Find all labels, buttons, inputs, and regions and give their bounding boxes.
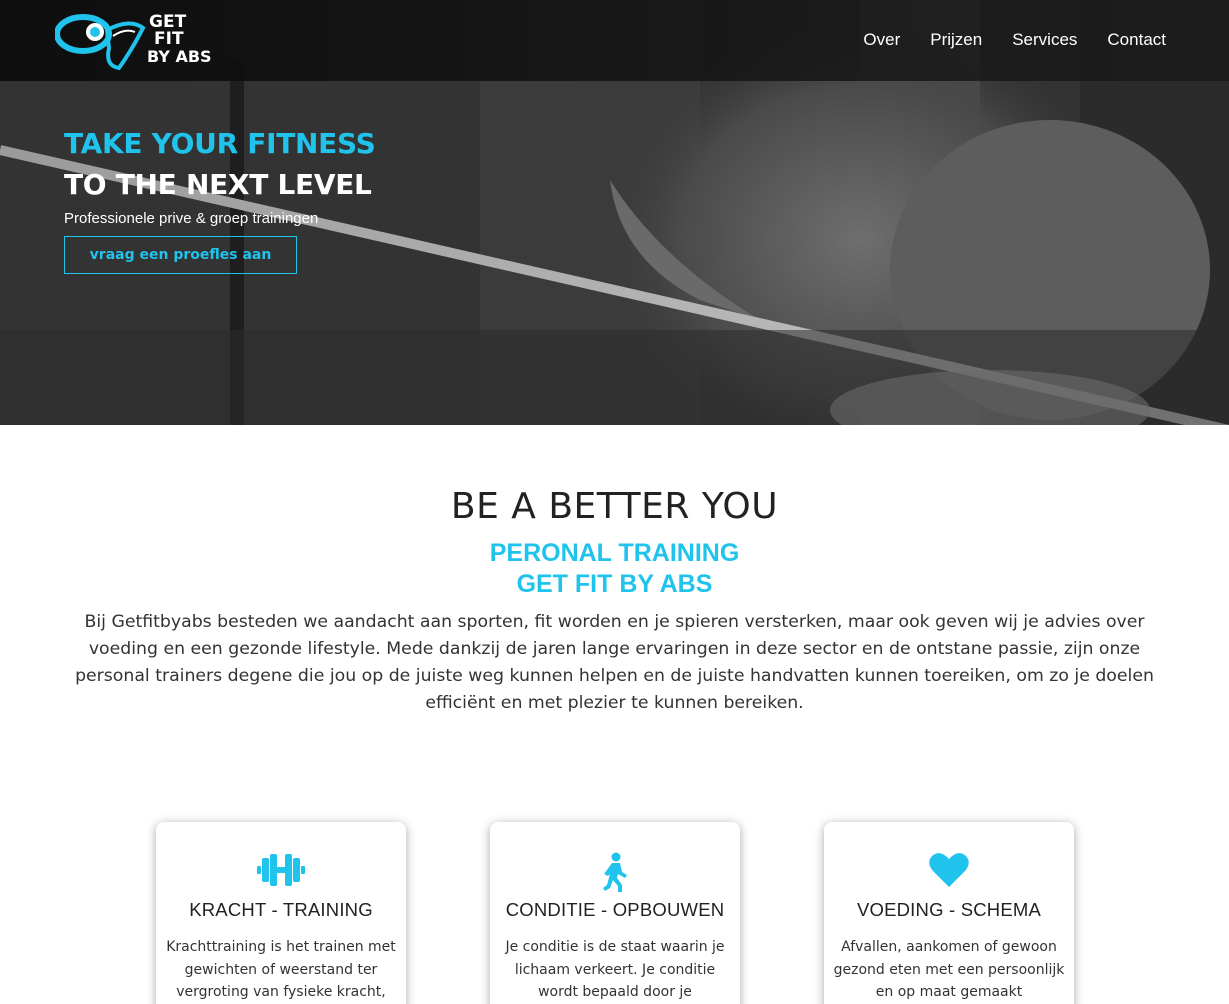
intro-paragraph: Bij Getfitbyabs besteden we aandacht aan… xyxy=(75,612,1154,713)
card-title: CONDITIE - OPBOUWEN xyxy=(505,899,725,920)
card-text: Je conditie is de staat waarin je lichaa… xyxy=(505,939,725,1000)
logo-wordmark: GET FIT BY ABS xyxy=(147,14,212,66)
nav-link-prijzen[interactable]: Prijzen xyxy=(930,30,982,50)
site-logo[interactable]: GET FIT BY ABS xyxy=(54,8,212,72)
hero-section: GET FIT BY ABS Over Prijzen Services Con… xyxy=(0,0,1229,425)
card-text: Afvallen, aankomen of gewoon gezond eten… xyxy=(833,939,1065,1000)
service-card-voeding[interactable]: VOEDING - SCHEMA Afvallen, aankomen of g… xyxy=(824,822,1074,1004)
intro-subtitle-line-1: PERONAL TRAINING xyxy=(489,539,740,567)
card-title: KRACHT - TRAINING xyxy=(189,899,373,920)
trial-lesson-button[interactable]: vraag een proefles aan xyxy=(64,236,297,274)
dumbbell-logo-icon xyxy=(54,14,146,71)
walking-icon xyxy=(603,852,627,892)
nav-link-services[interactable]: Services xyxy=(1012,30,1077,50)
hero-title-line-2: TO THE NEXT LEVEL xyxy=(64,168,372,201)
logo-line-2: FIT xyxy=(154,29,184,49)
card-title: VOEDING - SCHEMA xyxy=(856,899,1042,920)
dumbbell-icon xyxy=(257,854,305,886)
card-text: Krachttraining is het trainen met gewich… xyxy=(166,939,396,1000)
main-nav: Over Prijzen Services Contact xyxy=(833,30,1166,50)
top-navbar: GET FIT BY ABS Over Prijzen Services Con… xyxy=(0,0,1229,81)
logo-line-3: BY ABS xyxy=(147,47,212,66)
hero-subtitle: Professionele prive & groep trainingen xyxy=(64,210,319,227)
service-card-kracht[interactable]: KRACHT - TRAINING Krachttraining is het … xyxy=(156,822,406,1004)
nav-link-contact[interactable]: Contact xyxy=(1107,30,1166,50)
intro-title: BE A BETTER YOU xyxy=(450,486,779,527)
nav-link-over[interactable]: Over xyxy=(863,30,900,50)
heart-icon xyxy=(929,853,969,887)
hero-title-line-1: TAKE YOUR FITNESS xyxy=(64,127,376,160)
service-card-conditie[interactable]: CONDITIE - OPBOUWEN Je conditie is de st… xyxy=(490,822,740,1004)
intro-subtitle-line-2: GET FIT BY ABS xyxy=(516,570,713,598)
